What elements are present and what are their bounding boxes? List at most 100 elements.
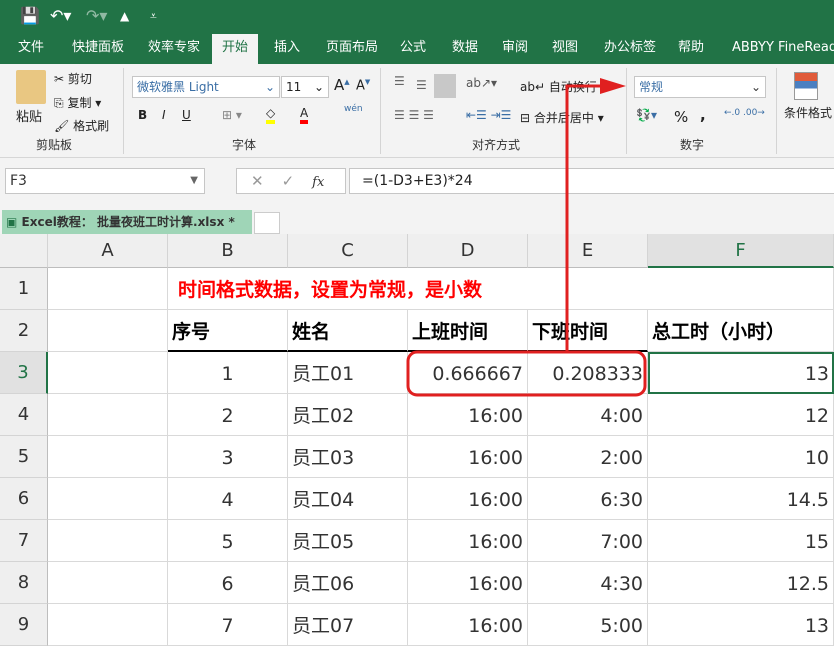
row-header-4[interactable]: 4	[0, 394, 48, 436]
save-icon[interactable]: 💾	[20, 6, 40, 25]
cell-D6[interactable]: 16:00	[408, 478, 528, 520]
cell-F6[interactable]: 14.5	[648, 478, 834, 520]
tab-4[interactable]: 插入	[264, 34, 310, 64]
column-header-A[interactable]: A	[48, 234, 168, 268]
middle-align-icon[interactable]: ☰	[416, 78, 427, 92]
cell-E1[interactable]	[528, 268, 648, 310]
cell-F5[interactable]: 10	[648, 436, 834, 478]
cell-F1[interactable]	[648, 268, 834, 310]
orientation-icon[interactable]: ab↗▾	[466, 76, 497, 90]
cell-D7[interactable]: 16:00	[408, 520, 528, 562]
italic-button[interactable]: I	[162, 108, 166, 122]
cell-C6[interactable]: 员工04	[288, 478, 408, 520]
percent-button[interactable]: %	[674, 108, 688, 126]
tab-5[interactable]: 页面布局	[316, 34, 388, 64]
currency-icon[interactable]: 💱▾	[636, 108, 657, 122]
cell-C4[interactable]: 员工02	[288, 394, 408, 436]
cell-B5[interactable]: 3	[168, 436, 288, 478]
row-header-6[interactable]: 6	[0, 478, 48, 520]
fill-color-icon[interactable]: ◇	[266, 106, 276, 124]
undo-icon[interactable]: ↶▾	[50, 6, 71, 25]
cell-D9[interactable]: 16:00	[408, 604, 528, 646]
decimal-increase-icon[interactable]: ←.0 .00→	[724, 108, 765, 118]
row-header-5[interactable]: 5	[0, 436, 48, 478]
cell-D3[interactable]: 0.666667	[408, 352, 528, 394]
cell-E8[interactable]: 4:30	[528, 562, 648, 604]
tab-3[interactable]: 开始	[212, 34, 259, 64]
cell-C1[interactable]	[288, 268, 408, 310]
paste-button[interactable]: 粘贴	[16, 106, 42, 125]
cell-B1[interactable]: 时间格式数据，设置为常规，是小数	[168, 268, 482, 310]
border-icon[interactable]: ⊞ ▾	[222, 108, 242, 122]
cell-D2[interactable]: 上班时间	[408, 310, 528, 352]
cell-B8[interactable]: 6	[168, 562, 288, 604]
tab-0[interactable]: 文件	[8, 34, 54, 64]
row-header-7[interactable]: 7	[0, 520, 48, 562]
cell-F4[interactable]: 12	[648, 394, 834, 436]
cell-D1[interactable]	[408, 268, 528, 310]
cell-A2[interactable]	[48, 310, 168, 352]
cell-C9[interactable]: 员工07	[288, 604, 408, 646]
cell-D8[interactable]: 16:00	[408, 562, 528, 604]
phonetic-icon[interactable]: wén	[344, 104, 363, 114]
font-color-icon[interactable]: A	[300, 106, 309, 124]
cell-B2[interactable]: 序号	[168, 310, 288, 352]
column-header-E[interactable]: E	[528, 234, 648, 268]
decrease-font-icon[interactable]: A▼	[356, 78, 370, 93]
copy-button[interactable]: ⎘ 复制 ▾	[54, 94, 101, 111]
cell-C8[interactable]: 员工06	[288, 562, 408, 604]
cell-E3[interactable]: 0.208333	[528, 352, 648, 394]
tab-6[interactable]: 公式	[390, 34, 436, 64]
cell-A7[interactable]	[48, 520, 168, 562]
select-all-corner[interactable]	[0, 234, 48, 268]
row-header-2[interactable]: 2	[0, 310, 48, 352]
paste-icon[interactable]	[16, 70, 46, 104]
new-tab-button[interactable]	[254, 212, 280, 234]
tab-7[interactable]: 数据	[442, 34, 488, 64]
cell-E9[interactable]: 5:00	[528, 604, 648, 646]
cell-A6[interactable]	[48, 478, 168, 520]
cell-F8[interactable]: 12.5	[648, 562, 834, 604]
column-header-B[interactable]: B	[168, 234, 288, 268]
cell-E6[interactable]: 6:30	[528, 478, 648, 520]
tab-12[interactable]: ABBYY FineReader	[722, 34, 834, 64]
row-header-9[interactable]: 9	[0, 604, 48, 646]
conditional-format-button[interactable]: 条件格式	[784, 104, 832, 121]
bottom-align-icon[interactable]	[434, 74, 456, 98]
tab-1[interactable]: 快捷面板	[62, 34, 134, 64]
wrap-text-button[interactable]: ab↵ 自动换行	[520, 78, 597, 95]
cell-C3[interactable]: 员工01	[288, 352, 408, 394]
font-name-select[interactable]: 微软雅黑 Light ⌄	[132, 76, 280, 98]
cell-B6[interactable]: 4	[168, 478, 288, 520]
cell-F7[interactable]: 15	[648, 520, 834, 562]
format-painter-button[interactable]: 🖌 格式刷	[54, 117, 109, 134]
cell-E5[interactable]: 2:00	[528, 436, 648, 478]
cell-C5[interactable]: 员工03	[288, 436, 408, 478]
cell-A5[interactable]	[48, 436, 168, 478]
cell-B4[interactable]: 2	[168, 394, 288, 436]
cell-E4[interactable]: 4:00	[528, 394, 648, 436]
cut-button[interactable]: ✂ 剪切	[54, 70, 92, 87]
cell-D5[interactable]: 16:00	[408, 436, 528, 478]
tab-8[interactable]: 审阅	[492, 34, 538, 64]
cell-F3[interactable]: 13	[648, 352, 834, 394]
formula-input[interactable]: =(1-D3+E3)*24	[349, 168, 834, 194]
cell-F9[interactable]: 13	[648, 604, 834, 646]
cell-A3[interactable]	[48, 352, 168, 394]
cancel-icon[interactable]: ✕	[251, 172, 264, 190]
tab-10[interactable]: 办公标签	[594, 34, 666, 64]
redo-icon[interactable]: ↷▾	[86, 6, 107, 25]
cell-A1[interactable]	[48, 268, 168, 310]
customize-icon[interactable]: ⩡	[150, 9, 157, 24]
insert-function-icon[interactable]: fx	[312, 175, 324, 190]
cell-E7[interactable]: 7:00	[528, 520, 648, 562]
cell-B9[interactable]: 7	[168, 604, 288, 646]
align-left-icon[interactable]: ☰ ☰ ☰	[394, 108, 434, 122]
underline-button[interactable]: U	[182, 108, 191, 122]
row-header-3[interactable]: 3	[0, 352, 48, 394]
cell-D4[interactable]: 16:00	[408, 394, 528, 436]
number-format-select[interactable]: 常规 ⌄	[634, 76, 766, 98]
workbook-tab[interactable]: ▣ Excel教程： 批量夜班工时计算.xlsx * ✕	[2, 210, 252, 253]
row-header-8[interactable]: 8	[0, 562, 48, 604]
font-size-select[interactable]: 11 ⌄	[281, 76, 329, 98]
